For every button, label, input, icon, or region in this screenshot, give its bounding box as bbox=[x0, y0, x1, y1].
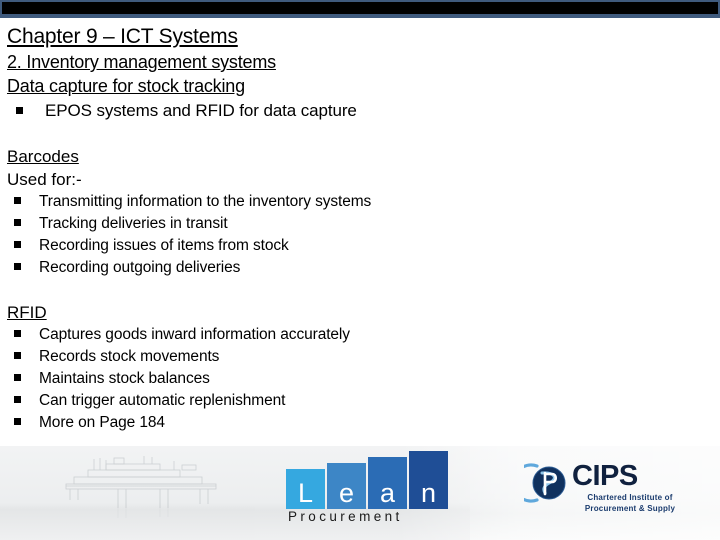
square-bullet-icon bbox=[14, 263, 21, 270]
table-row: Can trigger automatic replenishment bbox=[7, 390, 710, 412]
list-item-label: More on Page 184 bbox=[39, 414, 165, 431]
square-bullet-icon bbox=[16, 107, 23, 114]
lean-logo-letter: L bbox=[297, 478, 314, 508]
oil-rig-illustration bbox=[65, 456, 217, 518]
table-row: Transmitting information to the inventor… bbox=[7, 191, 710, 213]
list-item: EPOS systems and RFID for data capture bbox=[7, 98, 710, 123]
list-item-label: EPOS systems and RFID for data capture bbox=[45, 101, 357, 120]
square-bullet-icon bbox=[14, 396, 21, 403]
cips-tagline-line2: Procurement & Supply bbox=[584, 503, 676, 513]
table-row: Tracking deliveries in transit bbox=[7, 213, 710, 235]
cips-tagline: Chartered Institute of Procurement & Sup… bbox=[574, 493, 686, 514]
table-row: Recording issues of items from stock bbox=[7, 235, 710, 257]
page-title: Chapter 9 – ICT Systems bbox=[7, 25, 238, 48]
table-row: Maintains stock balances bbox=[7, 368, 710, 390]
square-bullet-icon bbox=[14, 374, 21, 381]
lean-logo-tile-n: n bbox=[409, 451, 448, 509]
square-bullet-icon bbox=[14, 241, 21, 248]
lean-logo-letter: e bbox=[338, 478, 355, 508]
list-item-label: Can trigger automatic replenishment bbox=[39, 392, 286, 409]
list-item-label: Captures goods inward information accura… bbox=[39, 326, 350, 343]
square-bullet-icon bbox=[14, 418, 21, 425]
lean-logo-wordmark: Procurement bbox=[288, 509, 403, 524]
square-bullet-icon bbox=[14, 219, 21, 226]
cips-tagline-line1: Chartered Institute of bbox=[587, 493, 673, 502]
cips-wordmark: CIPS bbox=[572, 460, 638, 492]
list-item-label: Maintains stock balances bbox=[39, 370, 210, 387]
list-item-label: Records stock movements bbox=[39, 348, 220, 365]
page-subtitle: 2. Inventory management systems bbox=[7, 52, 276, 72]
list-item-label: Transmitting information to the inventor… bbox=[39, 193, 372, 210]
lean-logo-letter: a bbox=[379, 478, 396, 508]
lean-logo-tile-l: L bbox=[286, 469, 325, 509]
list-item-label: Recording outgoing deliveries bbox=[39, 259, 241, 276]
section-lead-barcodes: Used for:- bbox=[7, 170, 82, 189]
lean-logo-letter: n bbox=[420, 478, 437, 508]
top-decorative-bar bbox=[0, 0, 720, 18]
lean-logo-bars: L e a n bbox=[286, 451, 456, 509]
list-item-label: Tracking deliveries in transit bbox=[39, 215, 228, 232]
table-row: Records stock movements bbox=[7, 346, 710, 368]
table-row: Captures goods inward information accura… bbox=[7, 324, 710, 346]
table-row: Recording outgoing deliveries bbox=[7, 257, 710, 279]
square-bullet-icon bbox=[14, 330, 21, 337]
square-bullet-icon bbox=[14, 197, 21, 204]
slide-content: Chapter 9 – ICT Systems 2. Inventory man… bbox=[0, 18, 720, 446]
lean-logo-tile-a: a bbox=[368, 457, 407, 509]
table-row: More on Page 184 bbox=[7, 412, 710, 434]
top-bar-fill bbox=[2, 2, 718, 14]
section-heading-rfid: RFID bbox=[7, 303, 47, 322]
lean-procurement-logo: L e a n Procurement bbox=[286, 451, 456, 533]
section-heading-barcodes: Barcodes bbox=[7, 147, 79, 166]
square-bullet-icon bbox=[14, 352, 21, 359]
list-item-label: Recording issues of items from stock bbox=[39, 237, 289, 254]
cips-logo: CIPS Chartered Institute of Procurement … bbox=[524, 458, 684, 524]
cips-emblem-icon bbox=[524, 463, 566, 503]
lean-logo-tile-e: e bbox=[327, 463, 366, 509]
page-subtitle-secondary: Data capture for stock tracking bbox=[7, 76, 245, 96]
